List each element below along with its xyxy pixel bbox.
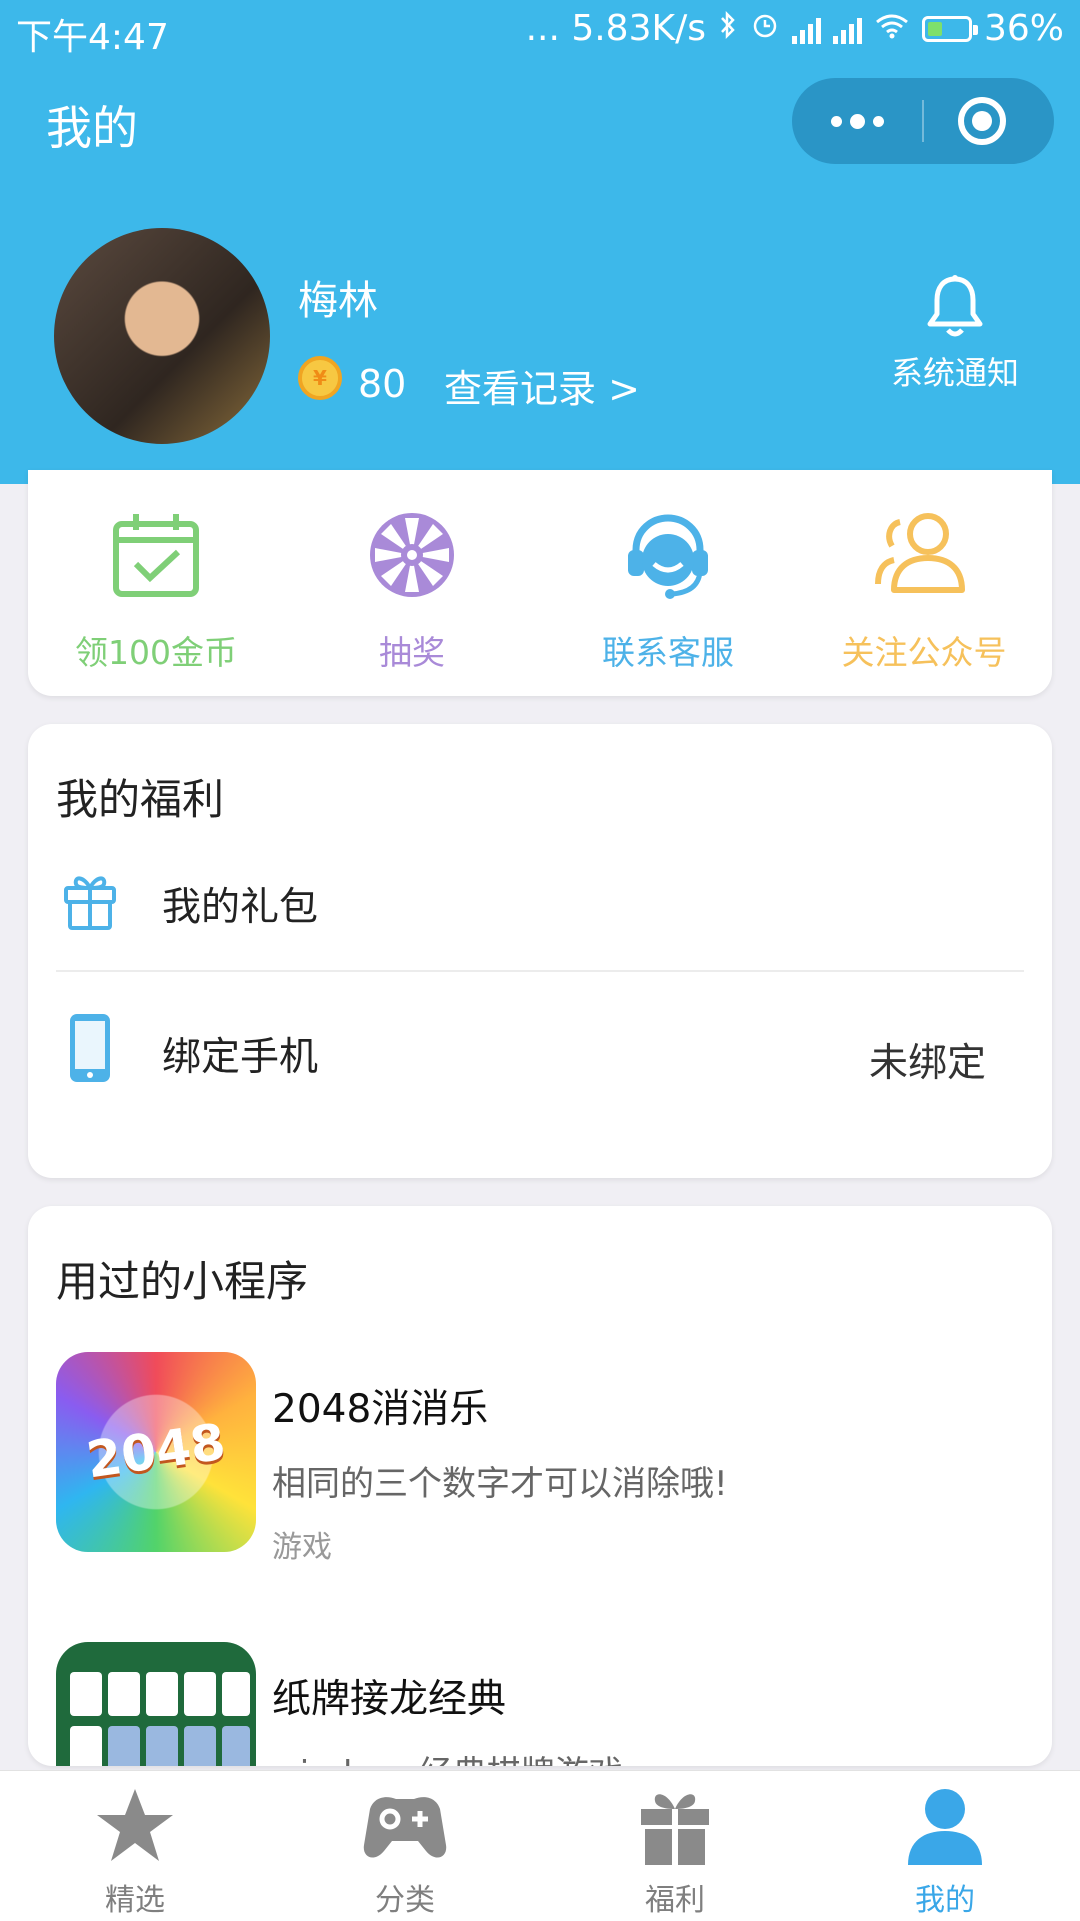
system-notification-label: 系统通知 bbox=[890, 354, 1019, 392]
my-welfare-card: 我的福利 我的礼包 绑定手机 未绑定 bbox=[28, 724, 1052, 1178]
tab-category[interactable]: 分类 bbox=[330, 1785, 480, 1918]
tab-mine[interactable]: 我的 bbox=[870, 1785, 1020, 1918]
bind-phone-label: 绑定手机 bbox=[162, 1035, 319, 1080]
tab-welfare[interactable]: 福利 bbox=[600, 1785, 750, 1918]
follow-account-label: 关注公众号 bbox=[841, 633, 1007, 672]
used-apps-section-title: 用过的小程序 bbox=[56, 1257, 309, 1306]
signal-icon bbox=[791, 14, 821, 44]
mini-program-capsule bbox=[792, 78, 1054, 164]
close-mini-program-button[interactable] bbox=[958, 97, 1006, 145]
system-notification-button[interactable]: 系统通知 bbox=[880, 274, 1030, 394]
app-description: 相同的三个数字才可以消除哦! bbox=[272, 1464, 728, 1504]
row-divider bbox=[56, 970, 1024, 972]
coin-count: 80 bbox=[358, 362, 407, 406]
more-icon bbox=[830, 115, 842, 127]
person-icon bbox=[908, 1789, 982, 1865]
customer-service-icon bbox=[628, 514, 708, 599]
more-button[interactable] bbox=[792, 78, 922, 164]
my-gift-pack-label: 我的礼包 bbox=[162, 885, 319, 930]
star-icon bbox=[97, 1789, 173, 1861]
capsule-divider bbox=[922, 100, 924, 142]
used-app-item[interactable]: 2048 2048消消乐 相同的三个数字才可以消除哦! 游戏 bbox=[56, 1352, 1024, 1572]
tab-mine-label: 我的 bbox=[915, 1883, 975, 1918]
alarm-icon bbox=[750, 8, 780, 49]
app-name: 纸牌接龙经典 bbox=[272, 1677, 507, 1722]
profile-header: 下午4:47 ... 5.83K/s 36% 我的 梅林 ¥ 80 查看记录 >… bbox=[0, 0, 1080, 484]
welfare-section-title: 我的福利 bbox=[56, 775, 225, 824]
quick-actions-card: 领100金币 抽奖 联系客服 关注公众号 bbox=[28, 470, 1052, 696]
network-speed: ... 5.83K/s bbox=[525, 8, 706, 49]
status-indicators: ... 5.83K/s 36% bbox=[526, 8, 1064, 49]
claim-coins-label: 领100金币 bbox=[75, 633, 237, 672]
used-mini-programs-card: 用过的小程序 2048 2048消消乐 相同的三个数字才可以消除哦! 游戏 纸牌… bbox=[28, 1206, 1052, 1766]
app-name: 2048消消乐 bbox=[272, 1387, 489, 1432]
gamepad-icon bbox=[363, 1797, 447, 1858]
user-name: 梅林 bbox=[298, 278, 378, 324]
battery-percent: 36% bbox=[983, 8, 1064, 49]
gift-icon bbox=[64, 876, 116, 930]
view-records-link[interactable]: 查看记录 > bbox=[444, 358, 640, 413]
bind-phone-status: 未绑定 bbox=[868, 1041, 986, 1086]
tab-featured[interactable]: 精选 bbox=[60, 1785, 210, 1918]
avatar[interactable] bbox=[54, 228, 270, 444]
bind-phone-row[interactable]: 绑定手机 未绑定 bbox=[28, 1002, 1052, 1112]
used-app-item[interactable]: 纸牌接龙经典 windows经典棋牌游戏 bbox=[56, 1642, 1024, 1766]
follow-account-button[interactable]: 关注公众号 bbox=[796, 510, 1052, 690]
bottom-tab-bar: 精选 分类 福利 我的 bbox=[0, 1770, 1080, 1921]
coin-icon: ¥ bbox=[298, 356, 342, 400]
gift-icon bbox=[641, 1794, 709, 1865]
battery-icon bbox=[921, 15, 978, 42]
signal-icon bbox=[832, 14, 862, 44]
claim-coins-button[interactable]: 领100金币 bbox=[28, 510, 284, 690]
app-category: 游戏 bbox=[272, 1530, 332, 1565]
bell-icon bbox=[927, 275, 983, 337]
game-2048-icon: 2048 bbox=[56, 1352, 256, 1552]
calendar-check-icon bbox=[113, 514, 199, 597]
app-description: windows经典棋牌游戏 bbox=[272, 1746, 623, 1766]
phone-icon bbox=[70, 1014, 110, 1082]
lottery-button[interactable]: 抽奖 bbox=[284, 510, 540, 690]
lottery-label: 抽奖 bbox=[379, 633, 445, 672]
contact-service-button[interactable]: 联系客服 bbox=[540, 510, 796, 690]
status-bar: 下午4:47 ... 5.83K/s 36% bbox=[0, 0, 1080, 60]
prize-wheel-icon bbox=[370, 513, 454, 597]
my-gift-pack-row[interactable]: 我的礼包 bbox=[28, 852, 1052, 952]
solitaire-icon bbox=[56, 1642, 256, 1766]
status-time: 下午4:47 bbox=[16, 17, 169, 58]
wifi-icon bbox=[874, 8, 910, 49]
contact-service-label: 联系客服 bbox=[602, 633, 734, 672]
page-title: 我的 bbox=[46, 101, 138, 155]
tab-category-label: 分类 bbox=[375, 1883, 435, 1918]
users-icon bbox=[875, 513, 965, 593]
tab-featured-label: 精选 bbox=[105, 1883, 165, 1918]
tab-welfare-label: 福利 bbox=[645, 1883, 705, 1918]
bluetooth-icon bbox=[718, 8, 738, 49]
game-2048-logo-text: 2048 bbox=[83, 1412, 229, 1490]
